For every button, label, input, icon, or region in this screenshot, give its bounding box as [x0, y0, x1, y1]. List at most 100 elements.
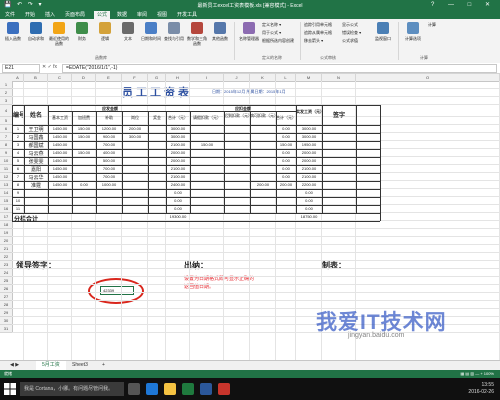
header-id[interactable]: 编号: [13, 110, 23, 119]
cell-subsidy[interactable]: 700.00: [96, 174, 122, 179]
tab-file[interactable]: 文件: [2, 11, 18, 19]
cell-overtime[interactable]: 150.00: [72, 134, 96, 139]
cell-name[interactable]: 王卫明: [25, 126, 47, 133]
cell-name[interactable]: 准霆: [25, 182, 47, 189]
tab-data[interactable]: 数据: [114, 11, 130, 19]
cell-base[interactable]: 1450.00: [48, 158, 72, 163]
cell-name[interactable]: 郝国斌: [25, 142, 47, 149]
header-income[interactable]: 应发金额: [72, 106, 148, 112]
trace-dependents-button[interactable]: 追踪从属单元格: [304, 30, 332, 36]
cell-overtime[interactable]: 150.00: [72, 126, 96, 131]
cell-net-pay[interactable]: 1950.00: [296, 142, 322, 147]
text-button[interactable]: 文本: [117, 22, 139, 41]
cell-base[interactable]: 1450.00: [48, 174, 72, 179]
name-box[interactable]: E21: [2, 64, 40, 73]
column-header[interactable]: B: [24, 74, 48, 82]
column-header[interactable]: G: [148, 74, 166, 82]
total-subtotal[interactable]: 19300.00: [166, 214, 190, 219]
create-from-selection-button[interactable]: 根据所选内容创建: [262, 38, 294, 44]
header-post[interactable]: 岗位: [122, 115, 148, 121]
header-overtime[interactable]: 加班费: [72, 115, 96, 121]
cell-overtime[interactable]: 0.00: [72, 182, 96, 187]
cell-total-deduction[interactable]: 0.00: [276, 134, 296, 139]
close-button[interactable]: ✕: [485, 2, 496, 8]
formula-input[interactable]: =EDATE("2016/1/1",-1): [62, 64, 497, 73]
cell-base[interactable]: 1450.00: [48, 142, 72, 147]
cell-leave[interactable]: 150.00: [190, 142, 224, 147]
system-clock[interactable]: 13:55 2016-02-26: [468, 382, 494, 396]
column-header[interactable]: N: [322, 74, 356, 82]
header-subtotal[interactable]: 合计（元）: [166, 115, 190, 121]
cell-subtotal[interactable]: 0.00: [166, 190, 190, 195]
header-leave-deduction[interactable]: 请假扣款（元）: [190, 115, 224, 121]
file-explorer-icon[interactable]: [164, 383, 176, 395]
cell-subsidy[interactable]: 900.00: [96, 134, 122, 139]
error-checking-button[interactable]: 错误检查 ▾: [342, 30, 361, 36]
minimize-button[interactable]: —: [448, 2, 460, 8]
cell-id[interactable]: 8: [13, 182, 23, 187]
cell-net-pay[interactable]: 2100.00: [296, 174, 322, 179]
cell-subsidy[interactable]: 400.00: [96, 150, 122, 155]
window-controls[interactable]: ? — □ ✕: [431, 1, 496, 8]
cell-subtotal[interactable]: 2000.00: [166, 150, 190, 155]
cell-subsidy[interactable]: 1000.00: [96, 182, 122, 187]
sheet-tab-sheet3[interactable]: Sheet3: [66, 361, 94, 370]
cell-total-deduction[interactable]: 0.00: [276, 174, 296, 179]
column-header[interactable]: L: [276, 74, 296, 82]
cell-id[interactable]: 11: [13, 206, 23, 211]
maximize-button[interactable]: □: [468, 2, 478, 8]
cell-net-pay[interactable]: 3000.00: [296, 134, 322, 139]
cell-base[interactable]: 1450.00: [48, 134, 72, 139]
more-functions-button[interactable]: 其他函数: [209, 22, 231, 41]
cell-id[interactable]: 7: [13, 174, 23, 179]
trace-precedents-button[interactable]: 追踪引用单元格: [304, 22, 332, 28]
formula-bar-icons[interactable]: ✕ ✓ fx: [42, 64, 57, 70]
use-in-formula-button[interactable]: 用于公式 ▾: [262, 30, 281, 36]
tab-view[interactable]: 视图: [154, 11, 170, 19]
cell-subsidy[interactable]: 500.00: [96, 158, 122, 163]
cell-name[interactable]: 嘉阳: [25, 166, 47, 173]
define-name-button[interactable]: 定义名称 ▾: [262, 22, 281, 28]
tab-developer[interactable]: 开发工具: [174, 11, 200, 19]
math-trig-button[interactable]: 数学和三角函数: [186, 22, 208, 46]
total-net-pay[interactable]: 18750.00: [296, 214, 322, 219]
autosum-button[interactable]: 自动求和: [25, 22, 47, 41]
lookup-button[interactable]: 查找与引用: [163, 22, 185, 41]
cell-subsidy[interactable]: 700.00: [96, 166, 122, 171]
cell-net-pay[interactable]: 0.00: [296, 198, 322, 203]
column-header[interactable]: K: [250, 74, 276, 82]
app-icon[interactable]: [218, 383, 230, 395]
cell-id[interactable]: 3: [13, 142, 23, 147]
name-manager-button[interactable]: 名称管理器: [238, 22, 260, 41]
column-header[interactable]: I: [190, 74, 224, 82]
column-header[interactable]: F: [122, 74, 148, 82]
cell-total-deduction[interactable]: 0.00: [276, 150, 296, 155]
cell-subtotal[interactable]: 2100.00: [166, 174, 190, 179]
header-base-salary[interactable]: 基本工资: [48, 115, 72, 121]
column-header[interactable]: E: [96, 74, 122, 82]
cell-total-deduction[interactable]: 0.00: [276, 126, 296, 131]
nav-arrows[interactable]: ◀ ▶: [4, 361, 25, 370]
cell-post[interactable]: 300.00: [122, 134, 148, 139]
cell-net-pay[interactable]: 0.00: [296, 190, 322, 195]
header-deductions[interactable]: 应扣金额: [190, 106, 296, 112]
edge-browser-icon[interactable]: [146, 383, 158, 395]
cell-base[interactable]: 1450.00: [48, 150, 72, 155]
remove-arrows-button[interactable]: 移去箭头 ▾: [304, 38, 323, 44]
cell-subtotal[interactable]: 2100.00: [166, 166, 190, 171]
word-app-icon[interactable]: [200, 383, 212, 395]
column-header[interactable]: M: [296, 74, 322, 82]
task-view-icon[interactable]: [128, 383, 140, 395]
add-sheet-button[interactable]: +: [96, 361, 111, 370]
date-time-button[interactable]: 日期和时间: [140, 22, 162, 41]
cell-other[interactable]: 200.00: [250, 182, 276, 187]
cell-total-deduction[interactable]: 150.00: [276, 142, 296, 147]
cell-net-pay[interactable]: 0.00: [296, 206, 322, 211]
logical-button[interactable]: 逻辑: [94, 22, 116, 41]
cell-subtotal[interactable]: 2000.00: [166, 158, 190, 163]
cell-net-pay[interactable]: 3000.00: [296, 126, 322, 131]
insert-function-button[interactable]: 插入函数: [2, 22, 24, 41]
header-total-deduction[interactable]: 合计（元）: [276, 115, 296, 121]
cell-id[interactable]: 4: [13, 150, 23, 155]
cell-subsidy[interactable]: 1200.00: [96, 126, 122, 131]
